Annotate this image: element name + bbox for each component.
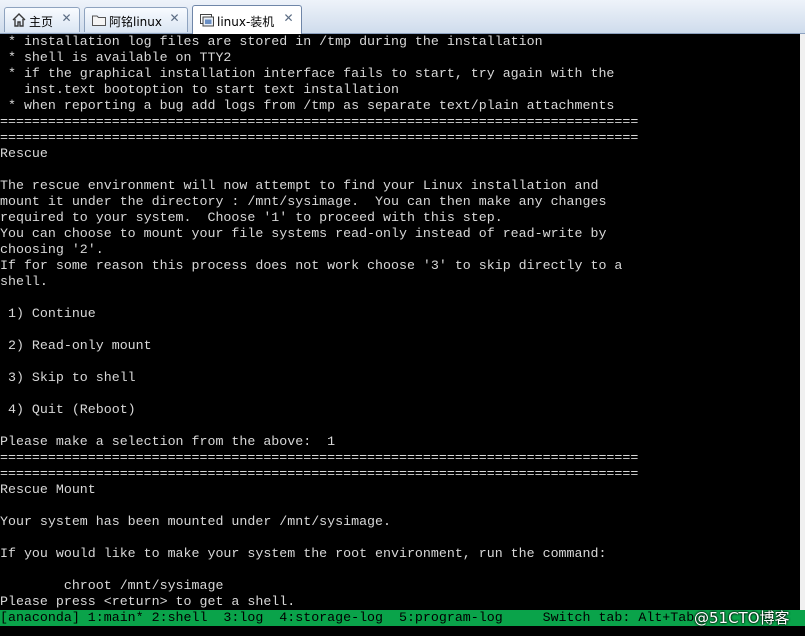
console-line: shell. bbox=[0, 274, 48, 289]
console-line: If you would like to make your system th… bbox=[0, 546, 607, 561]
tab-linux-install[interactable]: linux-装机 ✕ bbox=[192, 5, 302, 34]
console-line: inst.text bootoption to start text insta… bbox=[0, 82, 399, 97]
tab-label: 阿铭linux bbox=[109, 15, 162, 29]
tab-aming-linux[interactable]: 阿铭linux ✕ bbox=[84, 7, 188, 32]
tab-label: 主页 bbox=[29, 15, 54, 29]
console-line: ========================================… bbox=[0, 114, 639, 129]
console-line: Rescue bbox=[0, 146, 48, 161]
console-line: * shell is available on TTY2 bbox=[0, 50, 232, 65]
vm-icon bbox=[200, 14, 214, 27]
scrollbar[interactable] bbox=[800, 34, 805, 610]
console-line: 3) Skip to shell bbox=[0, 370, 136, 385]
console-line: mount it under the directory : /mnt/sysi… bbox=[0, 194, 607, 209]
status-text: [anaconda] 1:main* 2:shell 3:log 4:stora… bbox=[0, 610, 695, 625]
console-line: You can choose to mount your file system… bbox=[0, 226, 607, 241]
console-line: If for some reason this process does not… bbox=[0, 258, 623, 273]
tab-bar: 主页 ✕ 阿铭linux ✕ linux-装机 ✕ bbox=[0, 0, 805, 34]
console-line: * installation log files are stored in /… bbox=[0, 34, 543, 49]
close-icon[interactable]: ✕ bbox=[282, 12, 295, 25]
close-icon[interactable]: ✕ bbox=[60, 12, 73, 25]
console-line: chroot /mnt/sysimage bbox=[0, 578, 224, 593]
console-line: required to your system. Choose '1' to p… bbox=[0, 210, 503, 225]
console-line: Your system has been mounted under /mnt/… bbox=[0, 514, 391, 529]
console-line: * when reporting a bug add logs from /tm… bbox=[0, 98, 615, 113]
folder-icon bbox=[92, 15, 106, 26]
console-line: 2) Read-only mount bbox=[0, 338, 152, 353]
watermark: @51CTO博客 bbox=[694, 609, 790, 627]
close-icon[interactable]: ✕ bbox=[168, 12, 181, 25]
home-icon bbox=[12, 13, 26, 27]
console-line: 1) Continue bbox=[0, 306, 96, 321]
console-line: Please press <return> to get a shell. bbox=[0, 594, 296, 609]
tab-label: linux-装机 bbox=[217, 15, 275, 29]
console-line: 4) Quit (Reboot) bbox=[0, 402, 136, 417]
tmux-status-bar: [anaconda] 1:main* 2:shell 3:log 4:stora… bbox=[0, 610, 805, 626]
console-line: Rescue Mount bbox=[0, 482, 96, 497]
console-line: choosing '2'. bbox=[0, 242, 104, 257]
console-line: ========================================… bbox=[0, 466, 639, 481]
console-line: ========================================… bbox=[0, 450, 639, 465]
console-line: Please make a selection from the above: … bbox=[0, 434, 336, 449]
console-line: The rescue environment will now attempt … bbox=[0, 178, 599, 193]
terminal-console[interactable]: * installation log files are stored in /… bbox=[0, 34, 800, 610]
bottom-strip bbox=[0, 626, 805, 636]
console-line: ========================================… bbox=[0, 130, 639, 145]
console-line: * if the graphical installation interfac… bbox=[0, 66, 615, 81]
tab-home[interactable]: 主页 ✕ bbox=[4, 7, 80, 32]
